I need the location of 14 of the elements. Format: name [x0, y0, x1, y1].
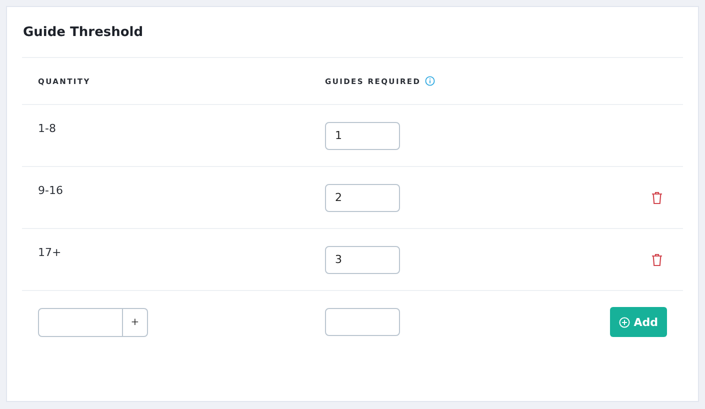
quantity-input[interactable]	[38, 308, 123, 336]
trash-icon[interactable]	[651, 190, 663, 204]
increment-button[interactable]: +	[123, 308, 148, 336]
quantity-range: 17+	[38, 246, 62, 259]
info-icon[interactable]	[424, 76, 435, 86]
trash-icon[interactable]	[651, 252, 663, 266]
guides-input[interactable]: 2	[325, 184, 400, 212]
guides-input[interactable]	[325, 308, 400, 336]
card-title: Guide Threshold	[23, 25, 144, 40]
quantity-range: 9-16	[38, 184, 63, 197]
quantity-range: 1-8	[38, 122, 56, 135]
guides-input[interactable]: 1	[325, 122, 400, 150]
plus-circle-icon	[618, 316, 630, 328]
guides-input[interactable]: 3	[325, 246, 400, 274]
